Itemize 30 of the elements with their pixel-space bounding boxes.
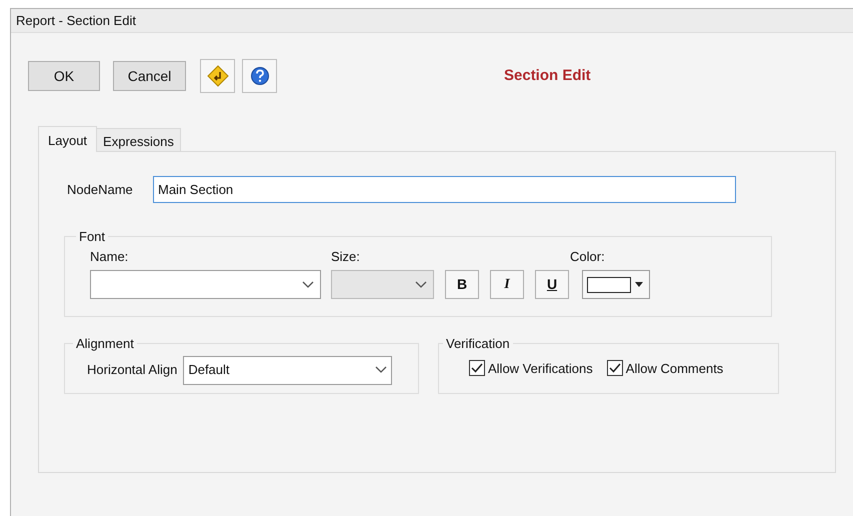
field-label: NodeName — [67, 180, 134, 199]
bold-button[interactable]: B — [445, 270, 479, 299]
checkbox-label: Allow Verifications — [488, 360, 593, 378]
underline-button[interactable]: U — [535, 270, 569, 299]
dropdown-arrow-icon — [634, 282, 644, 288]
checkbox[interactable] — [469, 360, 485, 376]
chevron-down-icon — [375, 366, 388, 374]
italic-button[interactable]: I — [490, 270, 524, 299]
cancel-button[interactable]: Cancel — [113, 61, 186, 91]
chevron-down-icon — [415, 280, 427, 288]
dialog-heading: Section Edit — [504, 66, 591, 86]
field-label: Size: — [331, 248, 361, 266]
field-label: Name: — [90, 248, 130, 266]
help-icon[interactable] — [242, 59, 277, 93]
group-title: Alignment — [75, 335, 135, 353]
ok-button[interactable]: OK — [28, 61, 100, 91]
horizontal-align-dropdown[interactable]: Default — [183, 356, 392, 384]
field-label: Horizontal Align — [87, 361, 178, 380]
chevron-down-icon — [302, 280, 314, 288]
checkbox-label: Allow Comments — [626, 360, 724, 378]
tab[interactable]: Expressions — [97, 128, 181, 151]
checkbox[interactable] — [606, 360, 623, 376]
node-name-field[interactable]: Main Section — [153, 176, 736, 203]
field-label: Color: — [570, 248, 606, 266]
font-name-dropdown[interactable] — [90, 270, 321, 299]
tab[interactable]: Layout — [38, 126, 98, 152]
color-picker[interactable] — [582, 270, 650, 299]
window-title: Report - Section Edit — [16, 12, 136, 30]
group-title: Font — [78, 228, 106, 246]
group-title: Verification — [445, 335, 511, 353]
